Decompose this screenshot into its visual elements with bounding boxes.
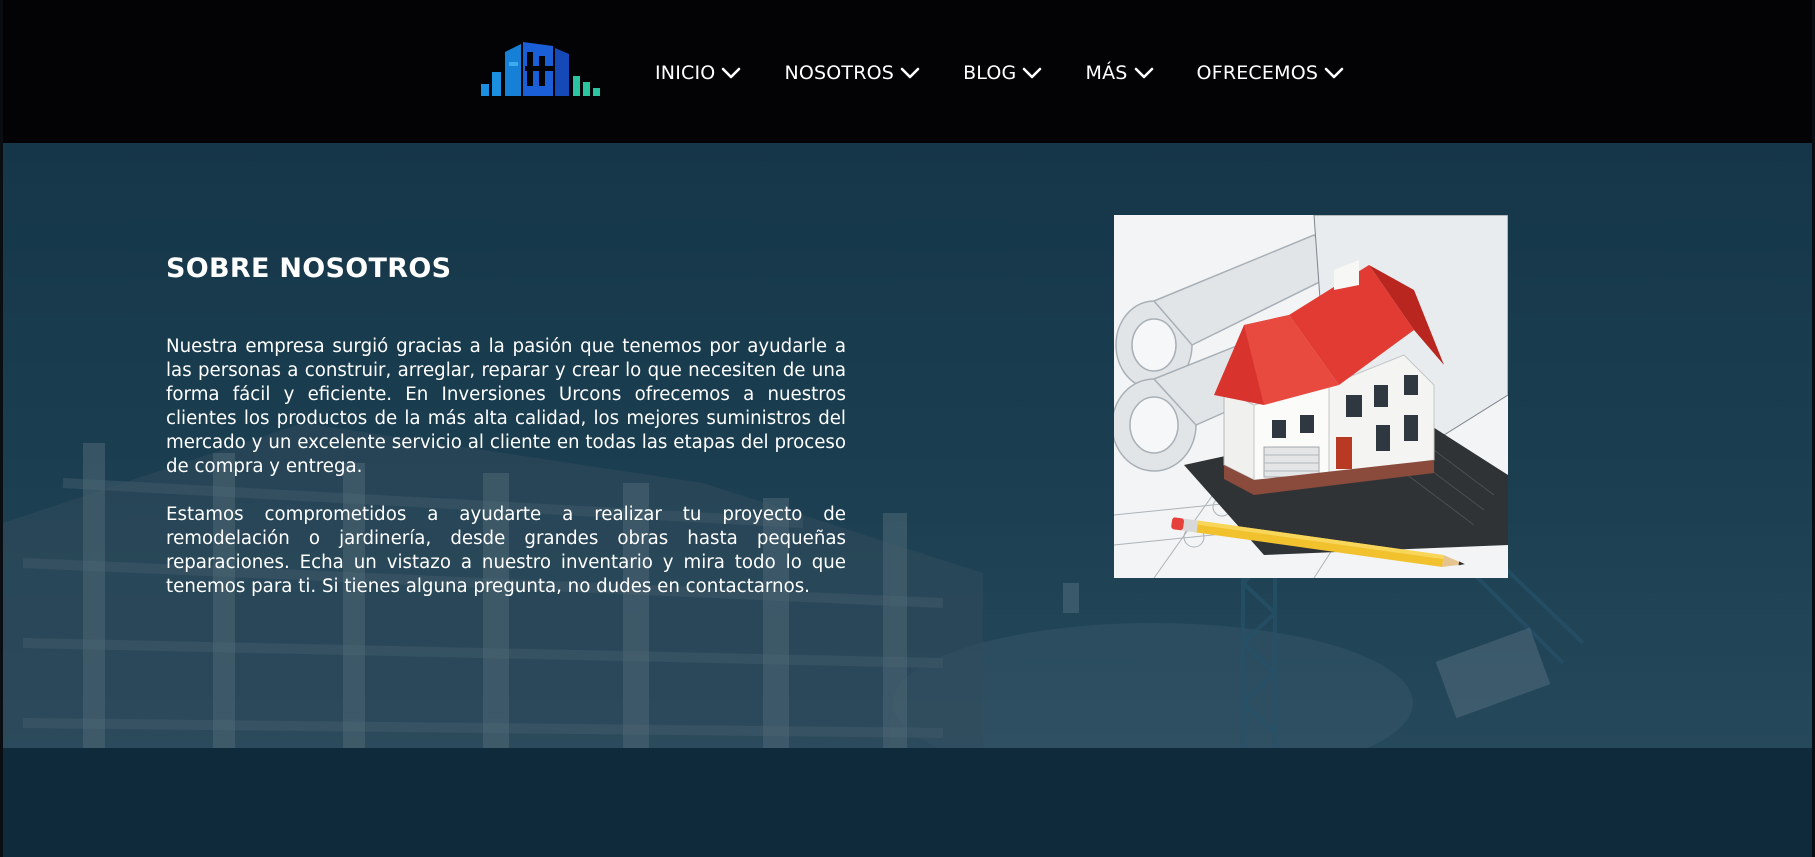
nav-ofrecemos[interactable]: OFRECEMOS [1197, 62, 1345, 84]
house-on-blueprints-image [1114, 215, 1508, 578]
nav-label: NOSOTROS [784, 62, 895, 84]
nav-inicio[interactable]: INICIO [655, 62, 741, 84]
about-paragraph: Estamos comprometidos a ayudarte a reali… [166, 504, 846, 597]
nav-label: INICIO [655, 62, 716, 84]
chevron-down-icon [1324, 67, 1344, 79]
chevron-down-icon [1134, 67, 1153, 79]
page: INICIO NOSOTROS BLOG MÁS OFRECEMOS SOBRE… [0, 0, 1815, 857]
nav-nosotros[interactable]: NOSOTROS [784, 62, 920, 84]
site-header: INICIO NOSOTROS BLOG MÁS OFRECEMOS [0, 0, 1815, 143]
nav-mas[interactable]: MÁS [1085, 62, 1153, 84]
about-paragraph: Nuestra empresa surgió gracias a la pasi… [166, 336, 846, 477]
left-edge [0, 0, 3, 857]
about-description: Nuestra empresa surgió gracias a la pasi… [166, 335, 846, 599]
nav-blog[interactable]: BLOG [963, 62, 1042, 84]
main-nav: INICIO NOSOTROS BLOG MÁS OFRECEMOS [655, 58, 1344, 88]
section-title: SOBRE NOSOTROS [166, 253, 452, 284]
chevron-down-icon [900, 67, 920, 79]
building-logo-icon[interactable] [481, 38, 605, 98]
lower-band [3, 748, 1812, 857]
nav-label: OFRECEMOS [1196, 62, 1319, 84]
chevron-down-icon [1023, 67, 1042, 79]
about-section: SOBRE NOSOTROS Nuestra empresa surgió gr… [3, 143, 1812, 748]
chevron-down-icon [722, 67, 741, 79]
nav-label: MÁS [1085, 62, 1128, 84]
nav-label: BLOG [963, 62, 1017, 84]
